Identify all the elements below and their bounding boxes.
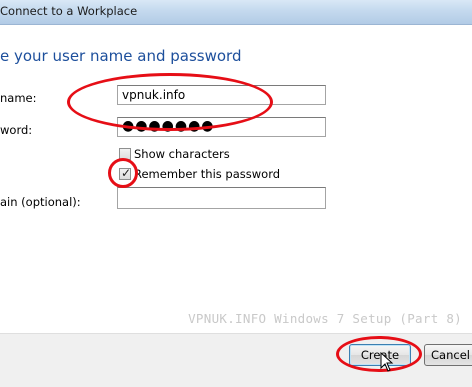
button-bar: Create Cancel — [0, 333, 472, 387]
password-field[interactable]: ●●●●●●● — [117, 117, 326, 137]
watermark-text: VPNUK.INFO Windows 7 Setup (Part 8) — [188, 311, 462, 326]
show-characters-label: Show characters — [134, 147, 230, 161]
cancel-button[interactable]: Cancel — [424, 344, 472, 366]
show-characters-checkbox[interactable] — [119, 148, 131, 160]
domain-label: ain (optional): — [0, 195, 81, 209]
password-label: word: — [0, 123, 33, 137]
dialog-content: e your user name and password name: vpnu… — [0, 25, 472, 333]
remember-password-checkbox[interactable]: ✓ — [119, 166, 132, 180]
page-heading: e your user name and password — [0, 47, 242, 65]
remember-password-label: Remember this password — [134, 167, 281, 181]
window-title: Connect to a Workplace — [0, 4, 138, 18]
password-mask: ●●●●●●● — [122, 118, 215, 134]
username-value: vpnuk.info — [122, 88, 186, 102]
domain-field[interactable] — [117, 187, 326, 209]
username-field[interactable]: vpnuk.info — [117, 85, 326, 105]
check-icon: ✓ — [121, 166, 132, 180]
username-label: name: — [0, 91, 37, 105]
title-bar: Connect to a Workplace — [0, 0, 472, 25]
arrow-cursor-icon — [380, 352, 394, 372]
